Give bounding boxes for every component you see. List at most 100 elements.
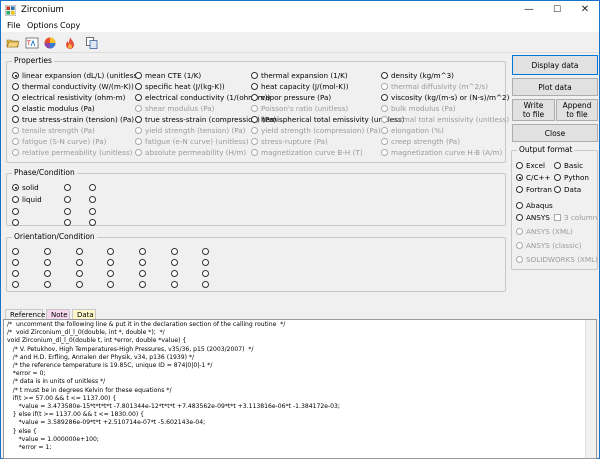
three-column-checkbox[interactable]: 3 column	[554, 213, 597, 223]
phase-diagram-icon[interactable]: T	[25, 36, 39, 50]
phase-extra-radio[interactable]	[64, 196, 71, 203]
format-ansys-xml[interactable]: ANSYS (XML)	[516, 227, 573, 237]
orientation-radio[interactable]	[76, 259, 83, 266]
property-option[interactable]: thermal diffusivity (m^2/s)	[381, 82, 488, 92]
property-option[interactable]: yield strength (tension) (Pa)	[135, 126, 245, 136]
format-python[interactable]: Python	[554, 173, 589, 183]
orientation-radio[interactable]	[202, 281, 209, 288]
property-option[interactable]: thermal conductivity (W/(m-K))	[12, 82, 134, 92]
phase-extra-radio[interactable]	[64, 184, 71, 191]
property-option[interactable]: normal total emissivity (unitless)	[381, 115, 509, 125]
property-option[interactable]: electrical resistivity (ohm-m)	[12, 93, 126, 103]
orientation-radio[interactable]	[12, 259, 19, 266]
orientation-radio[interactable]	[107, 281, 114, 288]
orientation-radio[interactable]	[44, 248, 51, 255]
property-option[interactable]: thermal expansion (1/K)	[251, 71, 348, 81]
orientation-radio[interactable]	[12, 281, 19, 288]
phase-extra-radio[interactable]	[12, 208, 19, 215]
color-wheel-icon[interactable]	[43, 36, 57, 50]
format-ansys[interactable]: ANSYS	[516, 213, 550, 223]
property-option[interactable]: viscosity (kg/(m-s) or (N-s)/m^2)	[381, 93, 509, 103]
copy-icon[interactable]	[85, 36, 99, 50]
property-option[interactable]: linear expansion (dL/L) (unitless)	[12, 71, 140, 81]
property-option[interactable]: fatigue (e-N curve) (unitless)	[135, 137, 249, 147]
orientation-radio[interactable]	[171, 281, 178, 288]
orientation-radio[interactable]	[12, 248, 19, 255]
format-ansys-classic[interactable]: ANSYS (classic)	[516, 241, 582, 251]
orientation-radio[interactable]	[76, 248, 83, 255]
orientation-radio[interactable]	[76, 281, 83, 288]
format-c[interactable]: C/C++	[516, 173, 551, 183]
property-option[interactable]: magnetization curve B-H (T)	[251, 148, 363, 158]
close-button[interactable]: Close	[512, 124, 598, 142]
property-option[interactable]: yield strength (compression) (Pa)	[251, 126, 381, 136]
menu-copy[interactable]: Copy	[60, 21, 80, 30]
orientation-radio[interactable]	[171, 248, 178, 255]
title-bar[interactable]: Zirconium — ☐ ✕	[1, 1, 599, 20]
maximize-button[interactable]: ☐	[543, 1, 571, 20]
format-basic[interactable]: Basic	[554, 161, 583, 171]
orientation-radio[interactable]	[76, 270, 83, 277]
property-option[interactable]: relative permeability (unitless)	[12, 148, 132, 158]
write-to-file-button[interactable]: Write to file	[512, 99, 555, 121]
phase-solid[interactable]: solid	[12, 183, 39, 193]
phase-extra-radio[interactable]	[89, 184, 96, 191]
property-option[interactable]: heat capacity (J/(mol-K))	[251, 82, 349, 92]
orientation-radio[interactable]	[139, 259, 146, 266]
phase-extra-radio[interactable]	[64, 208, 71, 215]
phase-extra-radio[interactable]	[89, 208, 96, 215]
property-option[interactable]: fatigue (S-N curve) (Pa)	[12, 137, 106, 147]
format-abaqus[interactable]: Abaqus	[516, 201, 553, 211]
format-data[interactable]: Data	[554, 185, 581, 195]
property-option[interactable]: Poisson's ratio (unitless)	[251, 104, 348, 114]
property-option[interactable]: true stress-strain (tension) (Pa)	[12, 115, 134, 125]
property-option[interactable]: vapor pressure (Pa)	[251, 93, 331, 103]
property-option[interactable]: tensile strength (Pa)	[12, 126, 95, 136]
code-output-area[interactable]: /* uncomment the following line & put it…	[3, 319, 597, 459]
phase-extra-radio[interactable]	[12, 219, 19, 226]
property-option[interactable]: stress-rupture (Pa)	[251, 137, 328, 147]
property-option[interactable]: bulk modulus (Pa)	[381, 104, 456, 114]
plot-data-button[interactable]: Plot data	[512, 78, 598, 96]
orientation-radio[interactable]	[44, 281, 51, 288]
phase-liquid[interactable]: liquid	[12, 195, 42, 205]
orientation-radio[interactable]	[139, 270, 146, 277]
phase-extra-radio[interactable]	[89, 196, 96, 203]
property-option[interactable]: mean CTE (1/K)	[135, 71, 201, 81]
orientation-radio[interactable]	[44, 259, 51, 266]
orientation-radio[interactable]	[107, 270, 114, 277]
orientation-radio[interactable]	[139, 248, 146, 255]
append-to-file-button[interactable]: Append to file	[556, 99, 598, 121]
minimize-button[interactable]: —	[515, 1, 543, 20]
orientation-radio[interactable]	[171, 259, 178, 266]
phase-extra-radio[interactable]	[89, 219, 96, 226]
menu-file[interactable]: File	[7, 21, 20, 30]
property-option[interactable]: absolute permeability (H/m)	[135, 148, 246, 158]
orientation-radio[interactable]	[12, 270, 19, 277]
flame-icon[interactable]	[63, 36, 77, 50]
orientation-radio[interactable]	[202, 270, 209, 277]
orientation-radio[interactable]	[44, 270, 51, 277]
format-fortran[interactable]: Fortran	[516, 185, 552, 195]
code-text[interactable]: /* uncomment the following line & put it…	[7, 321, 340, 452]
property-option[interactable]: specific heat (J/(kg-K))	[135, 82, 225, 92]
property-option[interactable]: magnetization curve H-B (A/m)	[381, 148, 502, 158]
property-option[interactable]: elongation (%)	[381, 126, 444, 136]
format-solidworks[interactable]: SOLIDWORKS (XML)	[516, 255, 598, 265]
display-data-button[interactable]: Display data	[512, 55, 598, 75]
close-window-button[interactable]: ✕	[571, 1, 599, 20]
format-excel[interactable]: Excel	[516, 161, 545, 171]
orientation-radio[interactable]	[139, 281, 146, 288]
orientation-radio[interactable]	[107, 248, 114, 255]
property-option[interactable]: creep strength (Pa)	[381, 137, 460, 147]
phase-extra-radio[interactable]	[64, 219, 71, 226]
open-folder-icon[interactable]	[6, 36, 20, 50]
property-option[interactable]: elastic modulus (Pa)	[12, 104, 95, 114]
orientation-radio[interactable]	[202, 259, 209, 266]
orientation-radio[interactable]	[107, 259, 114, 266]
orientation-radio[interactable]	[171, 270, 178, 277]
vertical-scrollbar[interactable]	[585, 320, 596, 458]
orientation-radio[interactable]	[202, 248, 209, 255]
property-option[interactable]: density (kg/m^3)	[381, 71, 454, 81]
property-option[interactable]: shear modulus (Pa)	[135, 104, 215, 114]
